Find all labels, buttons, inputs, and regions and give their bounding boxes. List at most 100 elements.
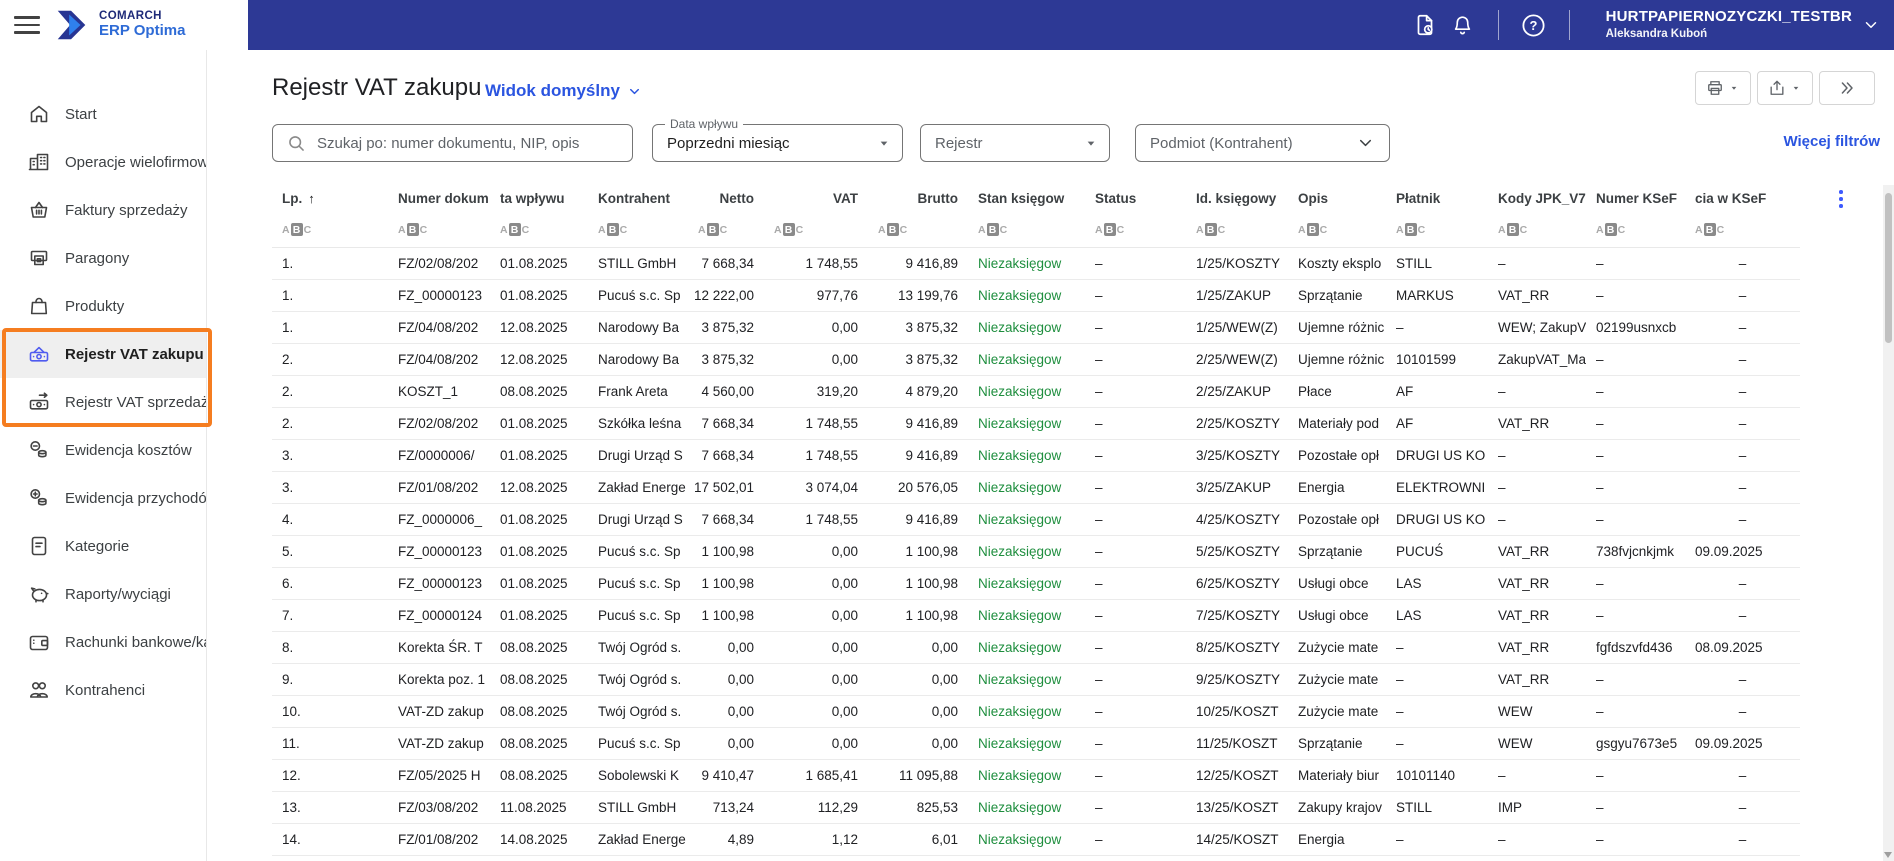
cell-opis: Koszty eksplo: [1298, 256, 1382, 271]
sidebar-item-ewidencja-przychodów[interactable]: Ewidencja przychodów: [0, 474, 206, 522]
cell-numer_dokumentu: KOSZT_1: [398, 384, 459, 399]
cell-brutto: 9 416,89: [905, 448, 958, 463]
table-row[interactable]: 4. FZ_0000006_ 01.08.2025 Drugi Urząd S 7 66…: [272, 504, 1800, 536]
cell-kody_jpk: VAT_RR: [1498, 576, 1550, 591]
cell-stan_ksiegowy: Niezaksięgow: [978, 384, 1062, 399]
table-row[interactable]: 3. FZ/01/08/202 12.08.2025 Zakład Energe 17 …: [272, 472, 1800, 504]
table-row[interactable]: 6. FZ_00000123 01.08.2025 Pucuś s.c. Sp 1 10…: [272, 568, 1800, 600]
column-header-numer_ksef[interactable]: Numer KSeF: [1586, 185, 1685, 212]
cell-stan_ksiegowy: Niezaksięgow: [978, 256, 1062, 271]
cell-id_ksiegowy: 4/25/KOSZTY: [1196, 512, 1281, 527]
sidebar-item-kategorie[interactable]: Kategorie: [0, 522, 206, 570]
expand-button[interactable]: [1819, 71, 1875, 105]
cell-numer_ksef: –: [1596, 576, 1604, 591]
column-filter-platnik[interactable]: ABC: [1386, 212, 1488, 247]
column-header-data_wplywu[interactable]: ta wpływu: [490, 185, 588, 212]
sidebar-item-produkty[interactable]: Produkty: [0, 282, 206, 330]
table-row[interactable]: 12. FZ/05/2025 H 08.08.2025 Sobolewski K 9 4…: [272, 760, 1800, 792]
income-icon: [27, 486, 51, 510]
table-row[interactable]: 3. FZ/0000006/01.08.2025 Drugi Urząd S 7 66…: [272, 440, 1800, 472]
search-box[interactable]: [272, 124, 633, 162]
column-filter-brutto[interactable]: ABC: [868, 212, 968, 247]
cell-data_wplywu: 11.08.2025: [500, 800, 567, 815]
table-row[interactable]: 1. FZ/04/08/202 12.08.2025 Narodowy Ba 3 875…: [272, 312, 1800, 344]
scrollbar-thumb[interactable]: [1885, 193, 1892, 343]
column-menu-button[interactable]: [1833, 190, 1849, 208]
column-header-brutto[interactable]: Brutto: [868, 185, 968, 212]
cell-vat: 1 748,55: [805, 256, 858, 271]
column-header-label: Stan księgow: [978, 191, 1065, 206]
help-icon[interactable]: ?: [1519, 10, 1549, 40]
more-filters-link[interactable]: Więcej filtrów: [1783, 133, 1880, 150]
cell-lp: 7.: [282, 608, 294, 623]
table-row[interactable]: 14. FZ/01/08/202 14.08.2025 Zakład Energe 4,…: [272, 824, 1800, 856]
table-row[interactable]: 1. FZ/02/08/202 01.08.2025 STILL GmbH 7 668,…: [272, 248, 1800, 280]
sidebar-item-kontrahenci[interactable]: Kontrahenci: [0, 666, 206, 714]
column-header-netto[interactable]: Netto: [688, 185, 764, 212]
column-filter-data_przyjecia_ksef[interactable]: ABC: [1685, 212, 1800, 247]
table-row[interactable]: 5. FZ_00000123 01.08.2025 Pucuś s.c. Sp 1 10…: [272, 536, 1800, 568]
ksef-document-icon[interactable]: [1410, 10, 1440, 40]
column-filter-numer_ksef[interactable]: ABC: [1586, 212, 1685, 247]
date-filter[interactable]: Data wpływu Poprzedni miesiąc: [652, 117, 903, 162]
column-filter-status[interactable]: ABC: [1085, 212, 1186, 247]
table-row[interactable]: 13. FZ/03/08/202 11.08.2025 STILL GmbH 713,2…: [272, 792, 1800, 824]
table-row[interactable]: 2. FZ/04/08/202 12.08.2025 Narodowy Ba 3 875…: [272, 344, 1800, 376]
column-header-numer_dokumentu[interactable]: Numer dokum: [388, 185, 490, 212]
column-filter-numer_dokumentu[interactable]: ABC: [388, 212, 490, 247]
column-header-stan_ksiegowy[interactable]: Stan księgow: [968, 185, 1085, 212]
sidebar-item-rachunki-bankowe-kasy[interactable]: Rachunki bankowe/kasy: [0, 618, 206, 666]
export-button[interactable]: [1757, 71, 1813, 105]
table-row[interactable]: 1. FZ_00000123 01.08.2025 Pucuś s.c. Sp 12 2…: [272, 280, 1800, 312]
search-input[interactable]: [315, 133, 632, 153]
column-header-kontrahent[interactable]: Kontrahent: [588, 185, 688, 212]
register-filter[interactable]: Rejestr: [920, 124, 1110, 162]
table-row[interactable]: 9. Korekta poz. 1 08.08.2025 Twój Ogród s. 0…: [272, 664, 1800, 696]
sidebar-item-start[interactable]: Start: [0, 90, 206, 138]
column-filter-kody_jpk[interactable]: ABC: [1488, 212, 1586, 247]
column-header-kody_jpk[interactable]: Kody JPK_V7: [1488, 185, 1586, 212]
column-filter-id_ksiegowy[interactable]: ABC: [1186, 212, 1288, 247]
sidebar-item-label: Start: [65, 105, 97, 123]
hamburger-menu-icon[interactable]: [14, 12, 40, 39]
column-filter-netto[interactable]: ABC: [688, 212, 764, 247]
table-row[interactable]: 11. VAT-ZD zakup 08.08.2025 Pucuś s.c. Sp 0,…: [272, 728, 1800, 760]
cell-lp: 1.: [282, 256, 294, 271]
double-chevron-right-icon: [1841, 82, 1853, 94]
table-row[interactable]: 2. FZ/02/08/202 01.08.2025 Szkółka leśna 7 6…: [272, 408, 1800, 440]
table-row[interactable]: 10. VAT-ZD zakup 08.08.2025 Twój Ogród s. 0,…: [272, 696, 1800, 728]
sidebar-item-rejestr-vat-sprzedaży[interactable]: Rejestr VAT sprzedaży: [0, 378, 206, 426]
cell-id_ksiegowy: 2/25/WEW(Z): [1196, 352, 1278, 367]
cell-lp: 2.: [282, 416, 294, 431]
bell-icon[interactable]: [1448, 10, 1478, 40]
print-button[interactable]: [1695, 71, 1751, 105]
sidebar-item-ewidencja-kosztów[interactable]: Ewidencja kosztów: [0, 426, 206, 474]
column-header-platnik[interactable]: Płatnik: [1386, 185, 1488, 212]
column-filter-lp[interactable]: ABC: [272, 212, 388, 247]
sidebar-item-rejestr-vat-zakupu[interactable]: Rejestr VAT zakupu: [0, 330, 206, 378]
table-row[interactable]: 8. Korekta ŚR. T 08.08.2025 Twój Ogród s. 0,…: [272, 632, 1800, 664]
column-header-opis[interactable]: Opis: [1288, 185, 1386, 212]
profile-menu[interactable]: HURTPAPIERNOZYCZKI_TESTBR Aleksandra Kub…: [1606, 8, 1880, 41]
table-row[interactable]: 7. FZ_00000124 01.08.2025 Pucuś s.c. Sp 1 10…: [272, 600, 1800, 632]
scroll-down-arrow-icon[interactable]: [1884, 852, 1892, 858]
sidebar-item-paragony[interactable]: Paragony: [0, 234, 206, 282]
column-filter-vat[interactable]: ABC: [764, 212, 868, 247]
sidebar-item-raporty-wyciągi[interactable]: Raporty/wyciągi: [0, 570, 206, 618]
column-header-id_ksiegowy[interactable]: Id. księgowy: [1186, 185, 1288, 212]
column-filter-stan_ksiegowy[interactable]: ABC: [968, 212, 1085, 247]
view-selector[interactable]: Widok domyślny: [485, 81, 642, 101]
sidebar-item-faktury-sprzedaży[interactable]: Faktury sprzedaży: [0, 186, 206, 234]
column-header-vat[interactable]: VAT: [764, 185, 868, 212]
subject-filter[interactable]: Podmiot (Kontrahent): [1135, 124, 1390, 162]
column-filter-data_wplywu[interactable]: ABC: [490, 212, 588, 247]
column-filter-opis[interactable]: ABC: [1288, 212, 1386, 247]
column-header-data_przyjecia_ksef[interactable]: cia w KSeF: [1685, 185, 1800, 212]
column-filter-kontrahent[interactable]: ABC: [588, 212, 688, 247]
column-header-status[interactable]: Status: [1085, 185, 1186, 212]
table-row[interactable]: 2. KOSZT_1 08.08.2025 Frank Areta 4 560,00 31…: [272, 376, 1800, 408]
column-header-lp[interactable]: Lp. ↑: [272, 185, 388, 212]
sidebar-item-operacje-wielofirmowe[interactable]: Operacje wielofirmowe: [0, 138, 206, 186]
column-header-label: Płatnik: [1396, 191, 1441, 206]
cell-platnik: STILL: [1396, 800, 1433, 815]
